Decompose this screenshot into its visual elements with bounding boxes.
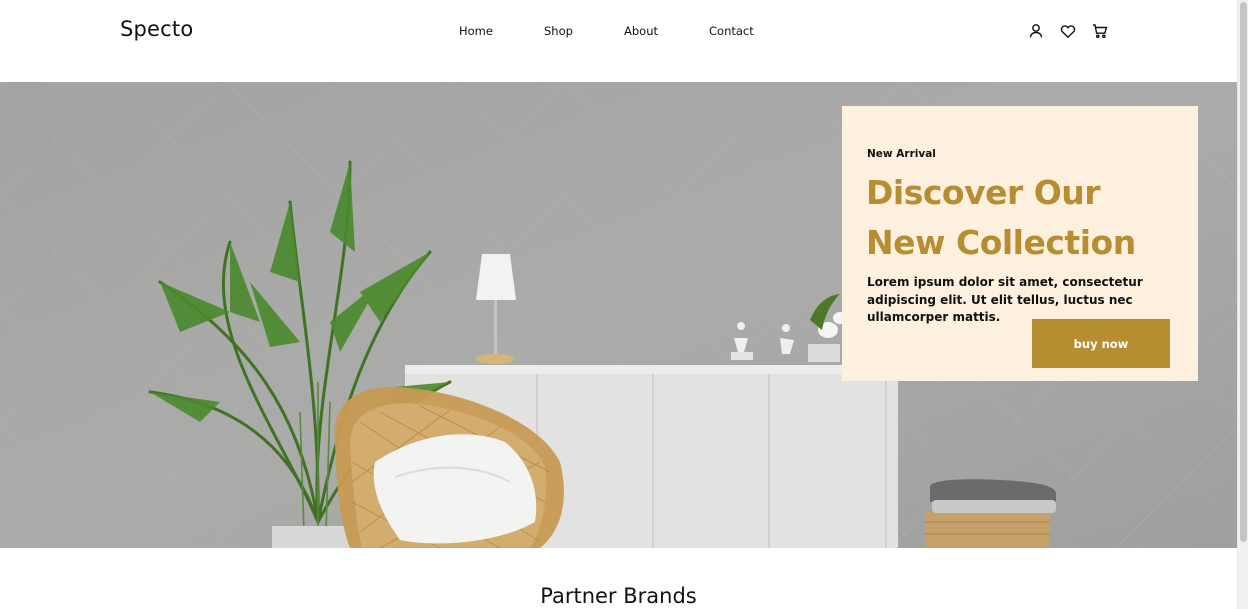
cart-icon[interactable] (1091, 22, 1109, 40)
hero-card: New Arrival Discover Our New Collection … (842, 106, 1198, 381)
hero-eyebrow: New Arrival (867, 148, 936, 160)
nav-contact-link[interactable]: Contact (709, 24, 754, 38)
partner-brands-heading: Partner Brands (540, 584, 697, 608)
user-icon[interactable] (1027, 22, 1045, 40)
buy-now-button[interactable]: buy now (1032, 319, 1170, 368)
logo[interactable]: Specto (120, 17, 193, 41)
hero-title: Discover Our New Collection (866, 173, 1136, 262)
hero-banner: New Arrival Discover Our New Collection … (0, 82, 1237, 548)
nav-about-link[interactable]: About (624, 24, 658, 38)
heart-icon[interactable] (1059, 22, 1077, 40)
nav-home-link[interactable]: Home (459, 24, 493, 38)
scrollbar-thumb[interactable] (1240, 2, 1247, 542)
page-scrollbar[interactable] (1237, 0, 1248, 609)
site-header: Specto Home Shop About Contact (0, 0, 1237, 82)
nav-shop-link[interactable]: Shop (544, 24, 573, 38)
